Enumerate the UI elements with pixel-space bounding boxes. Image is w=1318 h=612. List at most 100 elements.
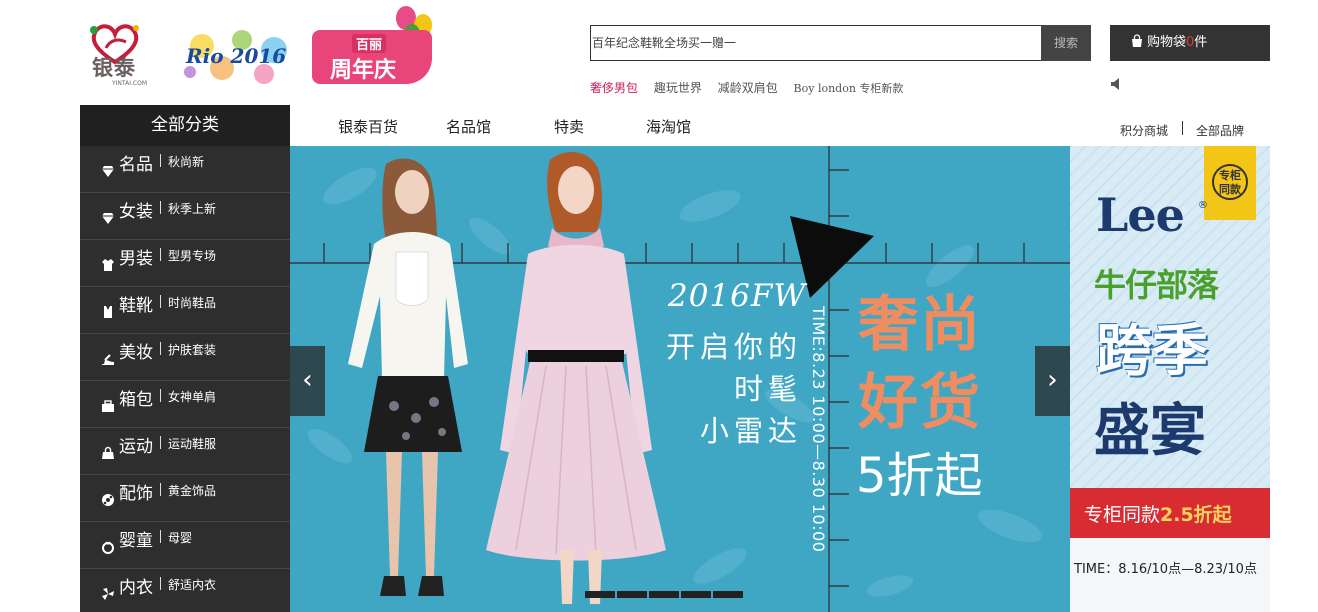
nav-item-global[interactable]: 海淘馆 — [646, 116, 691, 137]
model-right-image — [486, 152, 666, 604]
category-divider — [160, 483, 161, 496]
banner-headline-2: 好货 — [858, 368, 982, 438]
banner-headline-1: 奢尚 — [858, 290, 982, 360]
category-item[interactable]: 美妆 护肤套装 — [80, 334, 290, 381]
ad-title-2: 盛宴 — [1094, 399, 1206, 464]
nav-link-points-mall[interactable]: 积分商城 — [1120, 122, 1168, 139]
category-divider — [160, 295, 161, 308]
category-item[interactable]: 内衣 舒适内衣 — [80, 569, 290, 612]
banner-season: 2016FW — [668, 278, 807, 314]
search-button[interactable]: 搜索 — [1041, 25, 1091, 61]
hot-keywords: 奢侈男包 趣玩世界 减龄双肩包 Boy london 专柜新款 — [590, 79, 915, 95]
nav-divider — [1182, 121, 1183, 135]
nav-item-sale[interactable]: 特卖 — [554, 116, 584, 137]
cart-label: 购物袋 — [1147, 35, 1187, 50]
ad-time: TIME：8.16/10点—8.23/10点 — [1074, 562, 1257, 577]
category-item[interactable]: 婴童 母婴 — [80, 522, 290, 569]
category-name: 婴童 — [119, 531, 153, 551]
ad-offer-value: 2.5折起 — [1160, 504, 1232, 526]
ad-tag-text: 专柜同款 — [1212, 164, 1248, 200]
shopping-bag-button[interactable]: 购物袋0件 — [1110, 25, 1270, 61]
page: 银泰 YINTAI.COM Rio 2016 百丽 周年庆 搜索 奢侈男包 趣玩… — [0, 0, 1318, 612]
anniversary-title: 周年庆 — [330, 58, 397, 83]
hot-keyword[interactable]: 奢侈男包 — [590, 81, 638, 95]
lee-logo: Lee — [1096, 188, 1185, 242]
vest-icon — [104, 306, 112, 318]
ad-offer-prefix: 专柜同款 — [1084, 504, 1161, 526]
category-sub-link[interactable]: 护肤套装 — [168, 341, 216, 358]
category-sub-link[interactable]: 舒适内衣 — [168, 576, 216, 593]
category-item[interactable]: 箱包 女神单肩 — [80, 381, 290, 428]
category-divider — [160, 154, 161, 167]
search-input[interactable] — [591, 26, 1041, 60]
category-name: 箱包 — [119, 390, 153, 410]
category-item[interactable]: 鞋靴 时尚鞋品 — [80, 287, 290, 334]
category-divider — [160, 530, 161, 543]
banner-next-button[interactable]: › — [1035, 346, 1070, 416]
category-sub-link[interactable]: 秋尚新 — [168, 153, 204, 170]
nav-item-yintai[interactable]: 银泰百货 — [338, 116, 398, 137]
heel-icon — [102, 354, 114, 365]
banner-discount: 5折起 — [856, 448, 983, 504]
banner-time-text: TIME:8.23 10:00—8.30 10:00 — [809, 306, 828, 553]
anniversary-brand: 百丽 — [352, 34, 387, 53]
category-divider — [160, 248, 161, 261]
shopping-bag-icon — [1132, 34, 1142, 47]
slide-dot[interactable] — [585, 591, 615, 598]
shirt-icon — [102, 259, 114, 271]
category-name: 美妆 — [119, 343, 153, 363]
category-item[interactable]: 女装 秋季上新 — [80, 193, 290, 240]
hot-keyword[interactable]: 减龄双肩包 — [718, 81, 778, 95]
category-sidebar: 名品 秋尚新 女装 秋季上新 男装 型男专场 鞋靴 时尚鞋品 美妆 护肤套装 箱… — [80, 146, 290, 612]
slide-dot[interactable] — [617, 591, 647, 598]
logo-domain: YINTAI.COM — [112, 80, 147, 87]
diamond-icon — [102, 213, 114, 224]
category-name: 男装 — [119, 249, 153, 269]
category-item[interactable]: 男装 型男专场 — [80, 240, 290, 287]
category-sub-link[interactable]: 女神单肩 — [168, 388, 216, 405]
model-left-image — [348, 158, 468, 596]
category-sub-link[interactable]: 秋季上新 — [168, 200, 216, 217]
category-sub-link[interactable]: 母婴 — [168, 529, 192, 546]
category-divider — [160, 201, 161, 214]
banner-slogan-2: 时髦 — [734, 372, 803, 406]
category-sub-link[interactable]: 黄金饰品 — [168, 482, 216, 499]
nav-item-brands[interactable]: 名品馆 — [446, 116, 491, 137]
category-sub-link[interactable]: 运动鞋服 — [168, 435, 216, 452]
category-divider — [160, 389, 161, 402]
category-name: 鞋靴 — [119, 296, 153, 316]
banner-prev-button[interactable]: ‹ — [290, 346, 325, 416]
banner-slogan-3: 小雷达 — [700, 414, 803, 448]
anniversary-badge[interactable]: 百丽 周年庆 — [308, 6, 438, 88]
ball-icon — [102, 494, 114, 506]
lee-side-ad[interactable]: 专柜同款 Lee ® 牛仔部落 跨季 盛宴 专柜同款2.5折起 TIME：8.1… — [1070, 146, 1270, 612]
nav-link-all-brands[interactable]: 全部品牌 — [1196, 122, 1244, 139]
all-categories-button[interactable]: 全部分类 — [80, 105, 290, 146]
rio-logo-text: Rio 2016 — [186, 44, 287, 68]
category-divider — [160, 342, 161, 355]
yintai-logo[interactable]: 银泰 YINTAI.COM Rio 2016 — [82, 8, 296, 88]
slide-dot[interactable] — [681, 591, 711, 598]
hot-keyword[interactable]: Boy london 专柜新款 — [794, 82, 904, 95]
bag-icon — [102, 400, 114, 412]
ad-subtitle: 牛仔部落 — [1094, 266, 1219, 304]
lee-registered-mark: ® — [1198, 200, 1208, 211]
ring-icon — [102, 541, 114, 554]
category-divider — [160, 436, 161, 449]
category-name: 女装 — [119, 202, 153, 222]
fan-icon — [102, 588, 114, 600]
category-name: 名品 — [119, 155, 153, 175]
category-item[interactable]: 名品 秋尚新 — [80, 146, 290, 193]
category-sub-link[interactable]: 时尚鞋品 — [168, 294, 216, 311]
category-name: 内衣 — [119, 578, 153, 598]
diamond-icon — [102, 166, 114, 177]
logo-text: 银泰 — [92, 56, 136, 80]
slide-dot[interactable] — [713, 591, 743, 598]
category-sub-link[interactable]: 型男专场 — [168, 247, 216, 264]
main-banner[interactable]: 2016FW 开启你的 时髦 小雷达 TIME:8.23 10:00—8.30 … — [290, 146, 1070, 612]
category-item[interactable]: 配饰 黄金饰品 — [80, 475, 290, 522]
banner-slogan-1: 开启你的 — [666, 330, 803, 364]
category-item[interactable]: 运动 运动鞋服 — [80, 428, 290, 475]
slide-dot[interactable] — [649, 591, 679, 598]
hot-keyword[interactable]: 趣玩世界 — [654, 81, 702, 95]
